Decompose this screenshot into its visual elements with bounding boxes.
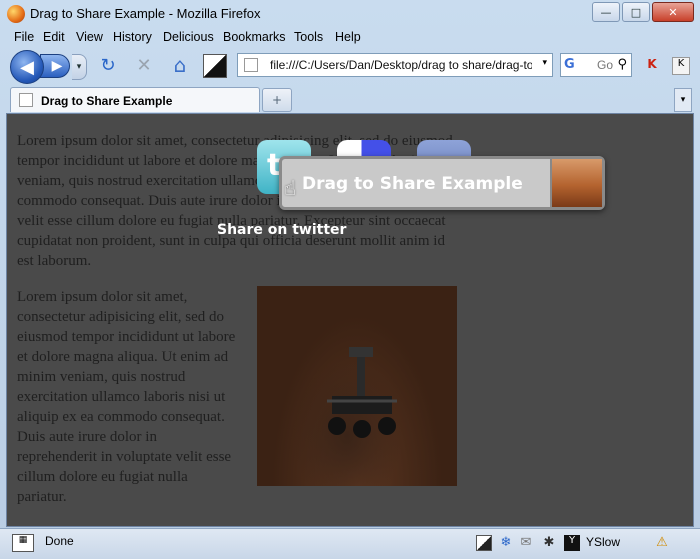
tab-drag-to-share[interactable]: Drag to Share Example <box>10 87 260 112</box>
close-button[interactable]: ✕ <box>652 2 694 22</box>
mail-icon[interactable]: ✉ <box>518 535 534 551</box>
search-box[interactable]: G Go ⚲ <box>560 53 632 77</box>
menu-view[interactable]: View <box>76 30 103 44</box>
status-checker-icon[interactable] <box>476 535 492 551</box>
menu-bar: File Edit View History Delicious Bookmar… <box>0 29 700 47</box>
snowflake-icon[interactable]: ❄ <box>498 535 514 551</box>
forward-button[interactable]: ▶ <box>40 54 70 78</box>
warning-icon[interactable]: ⚠ <box>654 535 670 551</box>
addon-box-icon[interactable]: K <box>672 57 690 75</box>
url-bar[interactable]: file:///C:/Users/Dan/Desktop/drag to sha… <box>237 53 553 77</box>
menu-bookmarks[interactable]: Bookmarks <box>223 30 286 44</box>
menu-edit[interactable]: Edit <box>43 30 65 44</box>
drag-item-label: Drag to Share Example <box>302 174 523 194</box>
tab-bar: Drag to Share Example + ▾ <box>0 86 700 112</box>
firefox-icon <box>7 5 25 23</box>
page-content: Lorem ipsum dolor sit amet, consectetur … <box>6 113 694 527</box>
yslow-label[interactable]: YSlow <box>586 535 620 549</box>
title-bar: Drag to Share Example - Mozilla Firefox … <box>0 0 700 28</box>
maximize-button[interactable]: □ <box>622 2 650 22</box>
url-text[interactable]: file:///C:/Users/Dan/Desktop/drag to sha… <box>270 58 532 72</box>
drag-share-item[interactable]: Drag to Share Example <box>279 156 605 210</box>
google-engine-icon[interactable]: G <box>564 57 580 73</box>
firebug-icon[interactable]: ✱ <box>541 535 557 551</box>
back-button[interactable]: ◀ <box>10 50 44 84</box>
menu-tools[interactable]: Tools <box>294 30 323 44</box>
navigation-toolbar: ▶ ◀ ▾ ↻ ✕ ⌂ file:///C:/Users/Dan/Desktop… <box>0 48 700 84</box>
tab-list-icon[interactable]: ▾ <box>674 88 692 112</box>
search-icon[interactable]: ⚲ <box>617 57 627 72</box>
status-bar: ▦ Done ❄ ✉ ✱ Y YSlow ⚠ <box>0 528 700 559</box>
tab-favicon-icon <box>19 93 33 107</box>
browser-window: Drag to Share Example - Mozilla Firefox … <box>0 0 700 559</box>
extension-checker-icon[interactable] <box>203 54 227 78</box>
tab-label: Drag to Share Example <box>41 94 173 108</box>
share-target-label: Share on twitter <box>217 222 347 238</box>
drag-thumbnail <box>550 159 602 207</box>
menu-help[interactable]: Help <box>335 30 361 44</box>
yslow-icon[interactable]: Y <box>564 535 580 551</box>
reload-icon[interactable]: ↻ <box>97 54 119 76</box>
history-dropdown-icon[interactable]: ▾ <box>72 54 87 80</box>
menu-history[interactable]: History <box>113 30 152 44</box>
share-overlay: t Share on twitter Drag to Share Example <box>7 114 693 526</box>
page-favicon-icon <box>244 58 258 72</box>
status-text: Done <box>45 534 74 548</box>
minimize-button[interactable]: — <box>592 2 620 22</box>
hand-cursor-icon: ☝ <box>284 176 297 200</box>
status-page-icon[interactable]: ▦ <box>12 534 34 552</box>
menu-file[interactable]: File <box>14 30 34 44</box>
home-icon[interactable]: ⌂ <box>169 53 191 77</box>
addon-k-icon[interactable]: K <box>644 57 660 73</box>
window-title: Drag to Share Example - Mozilla Firefox <box>30 6 261 21</box>
search-input[interactable]: Go <box>597 58 613 72</box>
menu-delicious[interactable]: Delicious <box>163 30 214 44</box>
stop-icon[interactable]: ✕ <box>133 54 155 76</box>
url-dropdown-icon[interactable]: ▾ <box>542 58 547 68</box>
new-tab-button[interactable]: + <box>262 88 292 112</box>
